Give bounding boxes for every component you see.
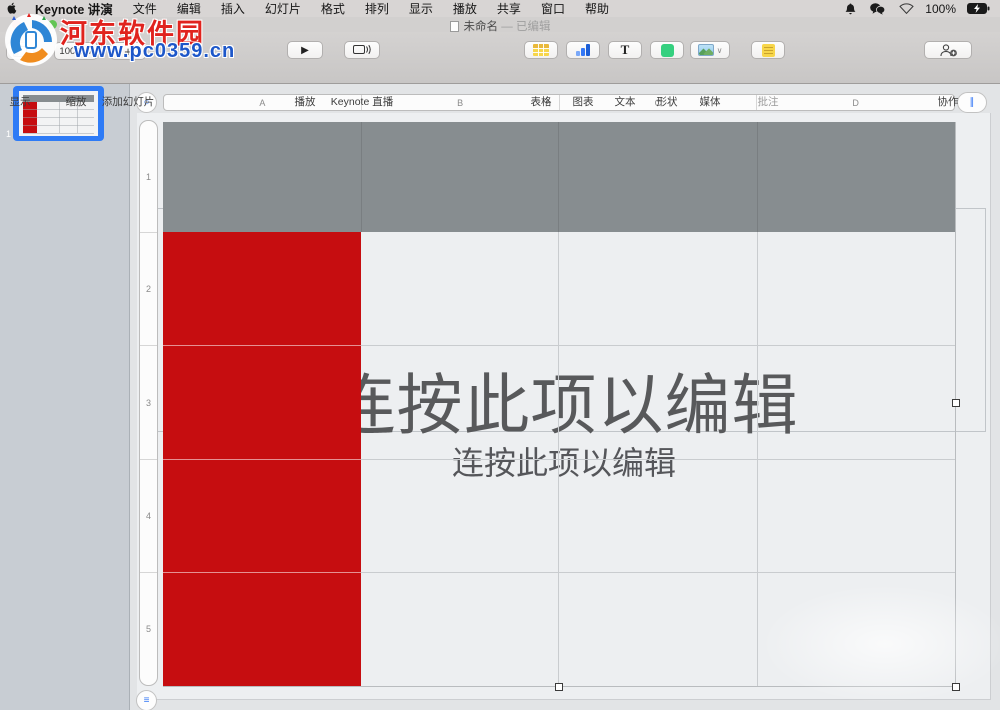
- zoom-value: 100%: [59, 46, 83, 57]
- menu-item-play[interactable]: 播放: [443, 0, 487, 17]
- table-icon: [533, 44, 549, 56]
- collaborate-label: 协作: [938, 94, 959, 109]
- battery-percent: 100%: [921, 2, 960, 16]
- resize-handle-corner[interactable]: [952, 683, 960, 691]
- row-header-3[interactable]: 3: [140, 346, 157, 460]
- background-highlight-blob: [760, 584, 1000, 704]
- chevron-down-icon: ∨: [717, 46, 723, 55]
- collaborate-icon: [939, 44, 958, 57]
- chart-button[interactable]: [566, 41, 600, 59]
- menu-item-help[interactable]: 帮助: [575, 0, 619, 17]
- menu-item-slide[interactable]: 幻灯片: [255, 0, 311, 17]
- menu-item-edit[interactable]: 编辑: [167, 0, 211, 17]
- row-reference-bar[interactable]: 1 2 3 4 5: [139, 120, 158, 686]
- view-label: 显示: [10, 94, 31, 109]
- broadcast-icon: [353, 44, 371, 56]
- text-tool-icon: T: [621, 42, 630, 58]
- text-button[interactable]: T: [608, 41, 642, 59]
- table-label: 表格: [531, 94, 552, 109]
- row-header-4[interactable]: 4: [140, 460, 157, 573]
- play-label: 播放: [295, 94, 316, 109]
- collaborate-button[interactable]: [924, 41, 972, 59]
- notification-icon[interactable]: [838, 3, 863, 15]
- menu-item-share[interactable]: 共享: [487, 0, 531, 17]
- document-proxy-icon[interactable]: [450, 21, 459, 32]
- parallel-bars-icon: ∥: [970, 98, 975, 108]
- menu-item-window[interactable]: 窗口: [531, 0, 575, 17]
- shape-icon: [661, 44, 674, 57]
- menu-bar: Keynote 讲演 文件 编辑 插入 幻灯片 格式 排列 显示 播放 共享 窗…: [0, 0, 1000, 17]
- add-slide-label: 添加幻灯片: [102, 94, 155, 109]
- text-label: 文本: [615, 94, 636, 109]
- table-header-row[interactable]: [163, 122, 955, 232]
- media-label: 媒体: [700, 94, 721, 109]
- menu-item-keynote[interactable]: Keynote 讲演: [25, 0, 123, 18]
- view-button[interactable]: [6, 42, 34, 60]
- chat-icon[interactable]: [863, 3, 892, 15]
- apple-menu[interactable]: [0, 2, 25, 15]
- slide-canvas: 连按此项以编辑 连按此项以编辑 A B∨ C D 1 2: [130, 84, 1000, 710]
- row-header-5[interactable]: 5: [140, 573, 157, 685]
- menu-item-insert[interactable]: 插入: [211, 0, 255, 17]
- play-icon: ▶: [301, 45, 309, 56]
- play-button[interactable]: ▶: [287, 41, 323, 59]
- menu-item-file[interactable]: 文件: [123, 0, 167, 17]
- zoom-label: 缩放: [66, 94, 87, 109]
- media-icon: [698, 44, 714, 56]
- add-column-handle[interactable]: ∥: [957, 92, 987, 113]
- slide-navigator: 1: [0, 84, 130, 710]
- keynote-live-button[interactable]: [344, 41, 380, 59]
- comment-label: 批注: [758, 94, 779, 109]
- title-bar[interactable]: 未命名 — 已编辑: [0, 17, 1000, 32]
- chart-label: 图表: [573, 94, 594, 109]
- slide-number: 1: [6, 129, 11, 139]
- rows-icon: ≡: [144, 696, 150, 706]
- chevron-down-icon: ∨: [87, 47, 93, 56]
- battery-icon: [960, 3, 1000, 14]
- comment-button[interactable]: [751, 41, 785, 59]
- add-row-handle[interactable]: ≡: [136, 690, 157, 710]
- view-icon: [13, 46, 27, 57]
- toolbar: 显示 100%∨ 缩放 + 添加幻灯片 ▶ 播放 Keynote 直播 表格: [0, 32, 1000, 84]
- chart-icon: [576, 44, 591, 56]
- plus-icon: +: [124, 44, 132, 59]
- window-title: 未命名 — 已编辑: [0, 18, 1000, 34]
- apple-icon: [7, 2, 18, 15]
- add-slide-button[interactable]: +: [110, 42, 146, 60]
- shape-button[interactable]: [650, 41, 684, 59]
- row-header-2[interactable]: 2: [140, 233, 157, 346]
- table-button[interactable]: [524, 41, 558, 59]
- keynote-live-label: Keynote 直播: [331, 94, 393, 109]
- comment-icon: [762, 44, 775, 57]
- keynote-window: Keynote 讲演 文件 编辑 插入 幻灯片 格式 排列 显示 播放 共享 窗…: [0, 0, 1000, 710]
- column-reference-bar[interactable]: A B∨ C D: [163, 94, 955, 111]
- edited-badge: — 已编辑: [501, 21, 550, 33]
- wifi-icon[interactable]: [892, 3, 921, 14]
- resize-handle-right[interactable]: [952, 399, 960, 407]
- zoom-control[interactable]: 100% ∨: [54, 42, 98, 60]
- resize-handle-bottom[interactable]: [555, 683, 563, 691]
- media-button[interactable]: ∨: [690, 41, 730, 59]
- menu-item-format[interactable]: 格式: [311, 0, 355, 17]
- menu-item-view[interactable]: 显示: [399, 0, 443, 17]
- document-title: 未命名: [464, 21, 499, 33]
- menu-item-arrange[interactable]: 排列: [355, 0, 399, 17]
- shape-label: 形状: [657, 94, 678, 109]
- column-header-d[interactable]: D: [757, 95, 954, 110]
- row-header-1[interactable]: 1: [140, 121, 157, 233]
